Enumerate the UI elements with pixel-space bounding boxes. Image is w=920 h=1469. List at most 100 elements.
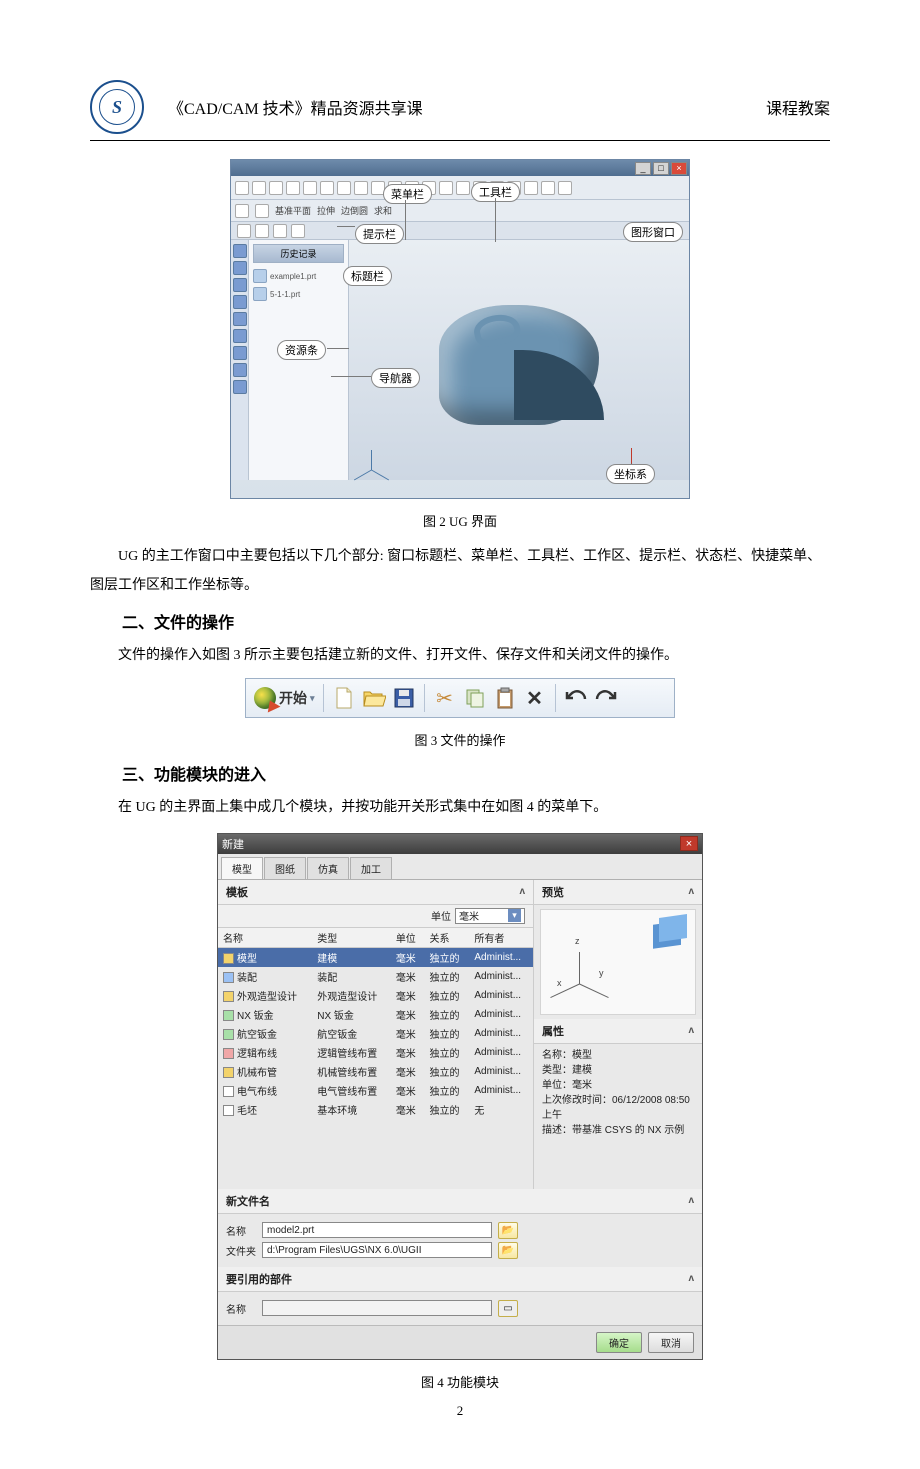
graphics-window[interactable]: 菜单栏 工具栏 提示栏 标题栏 图形窗口 资源条 导航器 坐标系 xyxy=(349,240,689,480)
table-row[interactable]: 电气布线电气管线布置毫米独立的Administ... xyxy=(218,1081,533,1100)
table-row[interactable]: 机械布管机械管线布置毫米独立的Administ... xyxy=(218,1062,533,1081)
chevron-down-icon: ▾ xyxy=(310,693,315,704)
browse-icon[interactable]: ▭ xyxy=(498,1300,518,1317)
toolbar-icon[interactable] xyxy=(354,181,368,195)
toolbar-icon[interactable] xyxy=(439,181,453,195)
toolbar-icon[interactable] xyxy=(286,181,300,195)
toolbar-icon[interactable] xyxy=(255,224,269,238)
toolbar-icon[interactable] xyxy=(291,224,305,238)
scissors-icon[interactable]: ✂ xyxy=(433,686,457,710)
resource-icon[interactable] xyxy=(233,312,247,326)
callout-menubar: 菜单栏 xyxy=(383,184,432,204)
model-3d xyxy=(419,295,609,425)
chevron-up-icon[interactable]: ʌ xyxy=(688,1025,694,1036)
toolbar-icon[interactable] xyxy=(337,181,351,195)
resource-icon[interactable] xyxy=(233,278,247,292)
table-row[interactable]: 毛坯基本环境毫米独立的无 xyxy=(218,1100,533,1119)
figure-3-caption: 图 3 文件的操作 xyxy=(90,730,830,749)
close-icon[interactable]: × xyxy=(680,836,698,851)
panel-title: 历史记录 xyxy=(253,244,344,263)
paragraph: UG 的主工作窗口中主要包括以下几个部分: 窗口标题栏、菜单栏、工具栏、工作区、… xyxy=(90,542,830,601)
table-row[interactable]: 外观造型设计外观造型设计毫米独立的Administ... xyxy=(218,986,533,1005)
units-select[interactable]: 毫米▾ xyxy=(455,908,525,924)
folder-input[interactable]: d:\Program Files\UGS\NX 6.0\UGII xyxy=(262,1242,492,1258)
resource-icon[interactable] xyxy=(233,295,247,309)
history-item[interactable]: example1.prt xyxy=(253,267,344,285)
resource-icon[interactable] xyxy=(233,261,247,275)
section-newfile: 新文件名ʌ xyxy=(218,1189,702,1214)
minimize-icon[interactable]: _ xyxy=(635,162,651,175)
close-icon[interactable]: × xyxy=(671,162,687,175)
undo-icon[interactable] xyxy=(564,686,588,710)
browse-folder-icon[interactable]: 📂 xyxy=(498,1222,518,1239)
history-item[interactable]: 5-1-1.prt xyxy=(253,285,344,303)
resource-icon[interactable] xyxy=(233,380,247,394)
callout-navigator: 导航器 xyxy=(371,368,420,388)
toolbar-icon[interactable] xyxy=(456,181,470,195)
section-reference: 要引用的部件ʌ xyxy=(218,1267,702,1292)
section-templates: 模板ʌ xyxy=(218,880,533,905)
heading-file-ops: 二、文件的操作 xyxy=(90,609,830,633)
header-title: 《CAD/CAM 技术》精品资源共享课 xyxy=(168,95,766,119)
table-row[interactable]: 航空钣金航空钣金毫米独立的Administ... xyxy=(218,1024,533,1043)
tab-simulation[interactable]: 仿真 xyxy=(307,857,349,879)
chevron-up-icon[interactable]: ʌ xyxy=(688,1273,694,1284)
file-toolbar: 开始▾ ✂ ✕ xyxy=(245,678,675,718)
toolbar-icon[interactable] xyxy=(237,224,251,238)
part-icon xyxy=(253,269,267,283)
open-folder-icon[interactable] xyxy=(362,686,386,710)
toolbar-icon[interactable] xyxy=(273,224,287,238)
delete-x-icon[interactable]: ✕ xyxy=(523,686,547,710)
browse-folder-icon[interactable]: 📂 xyxy=(498,1242,518,1259)
redo-icon[interactable] xyxy=(594,686,618,710)
callout-csys: 坐标系 xyxy=(606,464,655,484)
toolbar-icon[interactable] xyxy=(255,204,269,218)
callout-promptbar: 提示栏 xyxy=(355,224,404,244)
toolbar-icon[interactable] xyxy=(541,181,555,195)
tab-drawing[interactable]: 图纸 xyxy=(264,857,306,879)
new-file-icon[interactable] xyxy=(332,686,356,710)
resource-icon[interactable] xyxy=(233,329,247,343)
tab-model[interactable]: 模型 xyxy=(221,857,263,879)
toolbar-icon[interactable] xyxy=(235,181,249,195)
resource-icon[interactable] xyxy=(233,346,247,360)
chevron-up-icon[interactable]: ʌ xyxy=(688,1195,694,1206)
cancel-button[interactable]: 取消 xyxy=(648,1332,694,1353)
window-titlebar: _ □ × xyxy=(231,160,689,176)
ok-button[interactable]: 确定 xyxy=(596,1332,642,1353)
resource-icon[interactable] xyxy=(233,363,247,377)
figure-2: _ □ × 基准平面拉伸边倒圆求和 历史记录 example1.prt 5-1-… xyxy=(90,159,830,499)
copy-icon[interactable] xyxy=(463,686,487,710)
selection-bar xyxy=(231,222,689,240)
table-row[interactable]: 逻辑布线逻辑管线布置毫米独立的Administ... xyxy=(218,1043,533,1062)
callout-titlebar: 标题栏 xyxy=(343,266,392,286)
maximize-icon[interactable]: □ xyxy=(653,162,669,175)
table-row[interactable]: 模型建模毫米独立的Administ... xyxy=(218,947,533,967)
templates-table: 名称类型单位关系所有者 模型建模毫米独立的Administ...装配装配毫米独立… xyxy=(218,928,533,1119)
toolbar-icon[interactable] xyxy=(320,181,334,195)
callout-resource: 资源条 xyxy=(277,340,326,360)
ug-interface-mock: _ □ × 基准平面拉伸边倒圆求和 历史记录 example1.prt 5-1-… xyxy=(230,159,690,499)
paragraph: 在 UG 的主界面上集中成几个模块，并按功能开关形式集中在如图 4 的菜单下。 xyxy=(90,793,830,822)
start-button[interactable]: 开始▾ xyxy=(254,687,315,709)
resource-icon[interactable] xyxy=(233,244,247,258)
toolbar-icon[interactable] xyxy=(252,181,266,195)
clipboard-icon[interactable] xyxy=(493,686,517,710)
toolbar-icon[interactable] xyxy=(269,181,283,195)
toolbar-icon[interactable] xyxy=(558,181,572,195)
filename-input[interactable]: model2.prt xyxy=(262,1222,492,1238)
tab-machining[interactable]: 加工 xyxy=(350,857,392,879)
chevron-up-icon[interactable]: ʌ xyxy=(519,886,525,897)
save-disk-icon[interactable] xyxy=(392,686,416,710)
ref-name-input[interactable] xyxy=(262,1300,492,1316)
table-row[interactable]: 装配装配毫米独立的Administ... xyxy=(218,967,533,986)
navigator-panel: 历史记录 example1.prt 5-1-1.prt xyxy=(249,240,349,480)
toolbar-icon[interactable] xyxy=(524,181,538,195)
paragraph: 文件的操作入如图 3 所示主要包括建立新的文件、打开文件、保存文件和关闭文件的操… xyxy=(90,641,830,670)
table-row[interactable]: NX 钣金NX 钣金毫米独立的Administ... xyxy=(218,1005,533,1024)
chevron-down-icon: ▾ xyxy=(508,909,521,922)
toolbar-icon[interactable] xyxy=(235,204,249,218)
toolbar-icon[interactable] xyxy=(303,181,317,195)
chevron-up-icon[interactable]: ʌ xyxy=(688,886,694,897)
resource-bar xyxy=(231,240,249,480)
